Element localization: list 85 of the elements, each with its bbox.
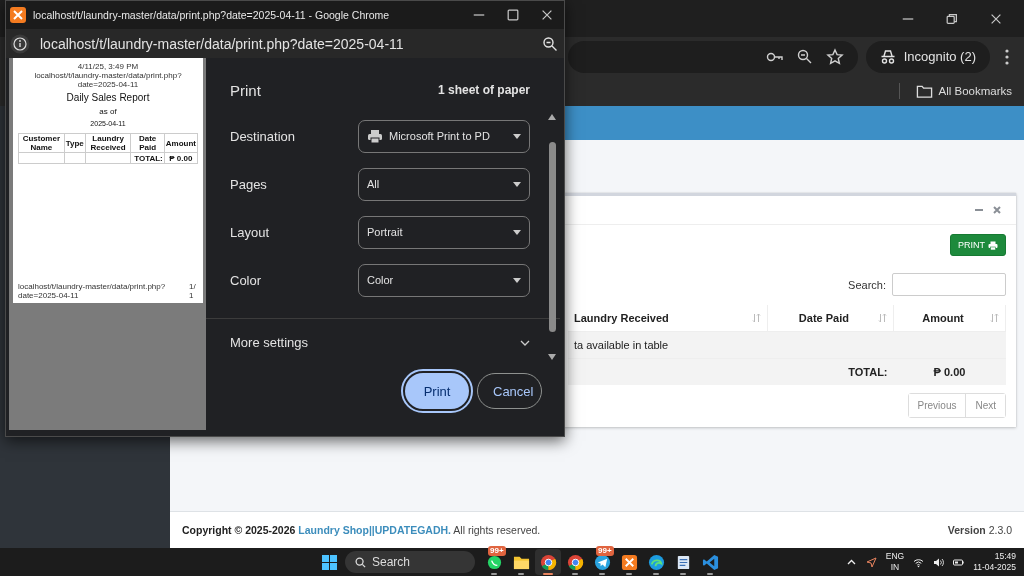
caret-icon bbox=[513, 181, 521, 187]
column-header: Amount bbox=[164, 133, 198, 153]
wifi-icon[interactable] bbox=[913, 556, 925, 568]
setting-label: Color bbox=[230, 272, 263, 288]
clock-time[interactable]: 15:49 bbox=[994, 551, 1016, 562]
chat-bubble-icon bbox=[485, 553, 503, 571]
page-footer-url: localhost/t/laundry-master/data/print.php?date=2025-04-11 bbox=[18, 282, 167, 300]
column-header: Date Paid bbox=[130, 133, 165, 153]
taskbar-app[interactable] bbox=[535, 549, 561, 575]
info-icon[interactable] bbox=[10, 33, 30, 54]
language-indicator[interactable]: IN bbox=[890, 562, 900, 573]
windows-start-icon[interactable] bbox=[322, 554, 337, 570]
sheet-count: 1 sheet of paper bbox=[437, 83, 530, 97]
version-text: Version 2.3.0 bbox=[947, 524, 1012, 536]
search-icon bbox=[355, 556, 366, 568]
column-header: Laundry Received bbox=[85, 133, 131, 153]
incognito-icon bbox=[879, 48, 896, 65]
browser-icon bbox=[566, 553, 584, 571]
battery-icon[interactable] bbox=[953, 556, 965, 568]
close-icon[interactable] bbox=[540, 8, 554, 22]
page-number: 1/1 bbox=[189, 282, 197, 300]
menu-icon[interactable] bbox=[1004, 47, 1010, 66]
clock-date[interactable]: 11-04-2025 bbox=[973, 562, 1016, 573]
setting-dropdown[interactable]: Microsoft Print to PD bbox=[358, 119, 530, 153]
notification-badge: 99+ bbox=[488, 546, 506, 556]
setting-label: Pages bbox=[230, 176, 268, 192]
zoom-out-icon[interactable] bbox=[542, 35, 558, 52]
language-indicator[interactable]: ENG bbox=[885, 551, 905, 562]
pagination-button[interactable]: Next bbox=[965, 394, 1005, 417]
restore-icon[interactable] bbox=[945, 11, 959, 26]
notification-badge: 99+ bbox=[596, 546, 614, 556]
copyright-text: Copyright © 2025-2026 Laundry Shop||UPDATEGADH. All rights reserved. bbox=[182, 524, 541, 536]
page-header-url: localhost/t/laundry-master/data/print.php?date=2025-04-11 bbox=[33, 71, 183, 89]
printer-icon bbox=[367, 128, 383, 144]
code-editor-icon bbox=[701, 553, 719, 571]
incognito-button[interactable]: Incognito (2) bbox=[865, 40, 990, 73]
scrollbar-thumb[interactable] bbox=[548, 142, 556, 332]
location-arrow-icon[interactable] bbox=[865, 556, 877, 568]
more-settings-toggle[interactable]: More settings bbox=[230, 335, 530, 350]
taskbar-search[interactable]: Search bbox=[345, 551, 475, 573]
chevron-down-icon bbox=[520, 339, 530, 346]
total-label: TOTAL: bbox=[130, 152, 165, 164]
maximize-icon[interactable] bbox=[506, 8, 520, 22]
zoom-out-icon[interactable] bbox=[795, 47, 814, 66]
footer-link[interactable]: Laundry Shop||UPDATEGADH. bbox=[298, 524, 451, 536]
folder-icon bbox=[915, 83, 933, 99]
wave-icon bbox=[647, 553, 665, 571]
scroll-up-icon[interactable] bbox=[548, 114, 556, 120]
browser-icon bbox=[539, 553, 557, 571]
total-amount: ₱ 0.00 bbox=[893, 358, 1006, 385]
setting-dropdown[interactable]: Color bbox=[358, 263, 530, 297]
scroll-down-icon[interactable] bbox=[548, 354, 556, 360]
window-title: localhost/t/laundry-master/data/print.php?date=2025-04-11 - Google Chrome bbox=[33, 9, 391, 21]
total-amount: ₱ 0.00 bbox=[164, 152, 198, 164]
caret-icon bbox=[513, 277, 521, 283]
empty-table-message: ta available in table bbox=[574, 338, 669, 351]
app-logo-icon bbox=[10, 7, 26, 23]
caret-icon bbox=[513, 229, 521, 235]
caret-icon bbox=[513, 133, 521, 139]
column-header[interactable]: Amount bbox=[893, 305, 1006, 331]
print-heading: Print bbox=[230, 81, 261, 99]
column-header[interactable]: Laundry Received bbox=[568, 305, 768, 331]
setting-dropdown[interactable]: All bbox=[358, 167, 530, 201]
logo-icon bbox=[620, 553, 638, 571]
volume-icon[interactable] bbox=[933, 556, 945, 568]
setting-label: Destination bbox=[230, 128, 297, 144]
column-header: Type bbox=[64, 133, 86, 153]
sort-icon bbox=[990, 312, 999, 323]
search-field[interactable] bbox=[892, 273, 1006, 296]
setting-dropdown[interactable]: Portrait bbox=[358, 215, 530, 249]
search-label: Search: bbox=[848, 278, 886, 291]
report-title: Daily Sales Report bbox=[65, 92, 151, 103]
total-label: TOTAL: bbox=[767, 358, 894, 385]
print-button[interactable]: PRINT bbox=[950, 234, 1006, 256]
printer-icon bbox=[988, 240, 998, 250]
report-subtitle: as of bbox=[98, 107, 118, 116]
bookmarks-folder[interactable]: All Bookmarks bbox=[915, 83, 1012, 99]
column-header[interactable]: Date Paid bbox=[767, 305, 894, 331]
sort-icon bbox=[751, 312, 761, 323]
bookmark-star-icon[interactable] bbox=[825, 47, 844, 66]
sort-icon bbox=[878, 312, 887, 323]
page-timestamp: 4/11/25, 3:49 PM bbox=[76, 62, 140, 71]
url-text: localhost/t/laundry-master/data/print.php?date=2025-04-11 bbox=[40, 35, 405, 52]
column-header: Customer Name bbox=[18, 133, 65, 153]
setting-label: Layout bbox=[230, 224, 271, 240]
